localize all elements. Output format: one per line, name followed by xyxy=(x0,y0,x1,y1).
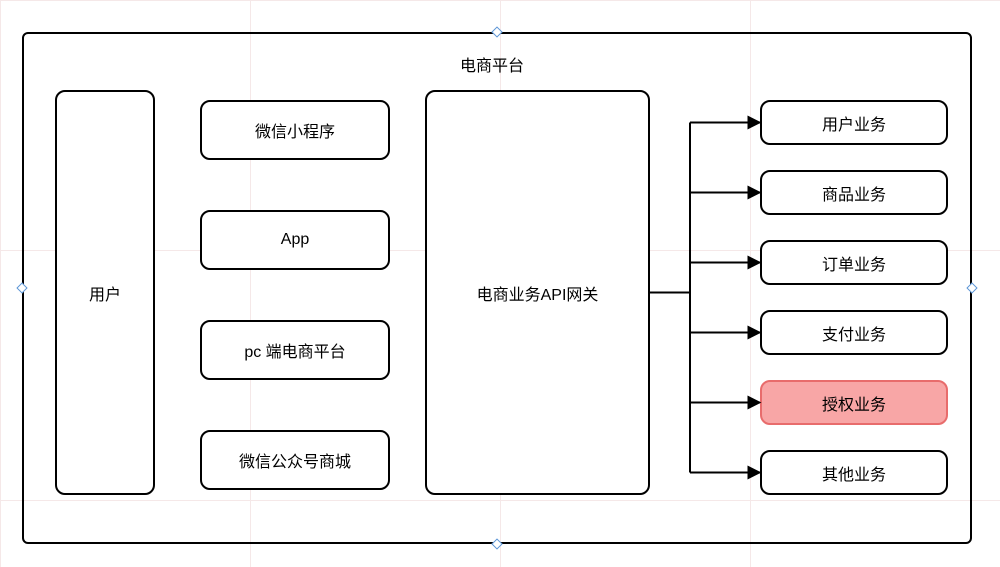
client-label: App xyxy=(281,231,309,249)
diagram-stage: 电商平台 用户 微信小程序 App pc 端电商平台微信公众号商城 电商业务API网… xyxy=(0,0,1000,567)
gateway-box: 电商业务API网关 xyxy=(425,90,650,495)
service-box: 其他业务 xyxy=(760,450,948,495)
gateway-label: 电商业务API网关 xyxy=(477,281,599,305)
client-box: App xyxy=(200,210,390,270)
client-box: 微信公众号商城 xyxy=(200,430,390,490)
service-box: 支付业务 xyxy=(760,310,948,355)
service-label: 用户业务 xyxy=(822,111,886,135)
service-box: 商品业务 xyxy=(760,170,948,215)
client-label: 微信公众号商城 xyxy=(239,448,351,472)
service-label: 订单业务 xyxy=(822,251,886,275)
service-box: 用户业务 xyxy=(760,100,948,145)
user-box: 用户 xyxy=(55,90,155,495)
service-label: 支付业务 xyxy=(822,321,886,345)
diagram-title: 电商平台 xyxy=(460,52,524,76)
user-label: 用户 xyxy=(89,281,121,305)
service-label: 授权业务 xyxy=(822,391,886,415)
service-label: 其他业务 xyxy=(822,461,886,485)
client-label: 微信小程序 xyxy=(255,118,335,142)
service-box: 订单业务 xyxy=(760,240,948,285)
client-box: pc 端电商平台 xyxy=(200,320,390,380)
client-box: 微信小程序 xyxy=(200,100,390,160)
service-box: 授权业务 xyxy=(760,380,948,425)
service-label: 商品业务 xyxy=(822,181,886,205)
client-label: pc 端电商平台 xyxy=(244,338,345,362)
